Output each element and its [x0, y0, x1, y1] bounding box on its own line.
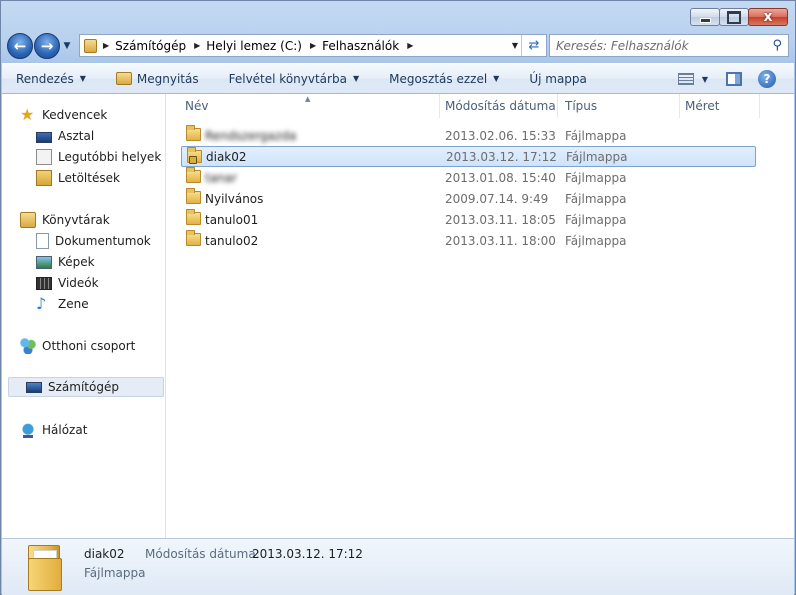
folder-icon [186, 167, 201, 183]
recent-pages-dropdown[interactable]: ▼ [61, 41, 73, 51]
organize-button[interactable]: Rendezés ▼ [16, 72, 86, 86]
column-header-size[interactable]: Méret [685, 94, 720, 118]
library-icon [20, 212, 36, 228]
change-view-icon[interactable] [677, 73, 694, 85]
chevron-down-icon: ▼ [79, 74, 86, 83]
column-divider[interactable] [679, 94, 680, 118]
file-row[interactable]: tanulo01 2013.03.11. 18:05 Fájlmappa [181, 209, 756, 230]
file-row-selected[interactable]: diak02 2013.03.12. 17:12 Fájlmappa [181, 146, 756, 167]
sidebar-item-desktop[interactable]: Asztal [36, 127, 94, 145]
breadcrumb-arrow-icon[interactable]: ▶ [310, 41, 316, 50]
navigation-bar: ← → ▼ ▶ Számítógép ▶ Helyi lemez (C:) ▶ … [7, 32, 789, 59]
close-icon: x [763, 9, 773, 25]
pictures-icon [36, 255, 52, 269]
details-type: Fájlmappa [84, 566, 146, 580]
share-with-button[interactable]: Megosztás ezzel ▼ [389, 72, 499, 86]
network-icon [20, 422, 36, 438]
sidebar-item-libraries[interactable]: Könyvtárak [20, 211, 110, 229]
search-icon[interactable]: ⚲ [772, 38, 782, 53]
folder-icon [186, 125, 201, 141]
arrow-right-icon: → [40, 36, 54, 55]
sort-ascending-icon: ▲ [305, 95, 311, 103]
sidebar-item-favorites[interactable]: ★ Kedvencek [20, 106, 107, 124]
file-list: ▲ Név Módosítás dátuma Típus Méret Rends… [167, 94, 794, 538]
breadcrumb-computer[interactable]: Számítógép [115, 39, 186, 53]
search-box[interactable]: ⚲ [549, 34, 789, 57]
sidebar-item-documents[interactable]: Dokumentumok [36, 232, 151, 250]
computer-icon [26, 382, 42, 393]
address-bar[interactable]: ▶ Számítógép ▶ Helyi lemez (C:) ▶ Felhas… [79, 34, 547, 57]
column-header-name[interactable]: Név [185, 94, 208, 118]
downloads-icon [36, 170, 52, 186]
window-controls: x [690, 8, 788, 26]
navigation-pane: ★ Kedvencek Asztal Legutóbbi helyek Letöl… [2, 94, 166, 538]
desktop-icon [36, 131, 52, 143]
breadcrumb-arrow-icon[interactable]: ▶ [103, 41, 109, 50]
close-button[interactable]: x [748, 8, 788, 26]
minimize-button[interactable] [690, 8, 720, 26]
content-area: ★ Kedvencek Asztal Legutóbbi helyek Letöl… [2, 94, 794, 538]
view-options-dropdown-icon[interactable]: ▼ [702, 75, 708, 84]
breadcrumb-arrow-icon[interactable]: ▶ [194, 41, 200, 50]
details-pane: diak02 Módosítás dátuma: 2013.03.12. 17:… [2, 538, 794, 595]
file-row[interactable]: Nyilvános 2009.07.14. 9:49 Fájlmappa [181, 188, 756, 209]
address-dropdown-icon[interactable]: ▼ [512, 41, 518, 50]
folder-icon [186, 230, 201, 246]
sidebar-item-computer[interactable]: Számítógép [8, 377, 164, 397]
file-row[interactable]: Rendszergazda 2013.02.06. 15:33 Fájlmapp… [181, 125, 756, 146]
star-icon: ★ [20, 105, 35, 124]
explorer-window: x ← → ▼ ▶ Számítógép ▶ Helyi lemez (C:) … [0, 0, 796, 595]
sidebar-item-music[interactable]: ♪ Zene [36, 295, 89, 313]
folder-icon [84, 38, 97, 53]
chevron-down-icon: ▼ [493, 74, 500, 83]
column-header-type[interactable]: Típus [565, 94, 597, 118]
back-button[interactable]: ← [7, 32, 33, 59]
column-divider[interactable] [759, 94, 760, 118]
forward-button[interactable]: → [34, 32, 60, 59]
details-name: diak02 [84, 547, 125, 561]
column-divider[interactable] [439, 94, 440, 118]
file-row[interactable]: tanar 2013.01.08. 15:40 Fájlmappa [181, 167, 756, 188]
recent-places-icon [36, 149, 52, 165]
new-folder-button[interactable]: Új mappa [529, 72, 587, 86]
column-divider[interactable] [557, 94, 558, 118]
details-modified-label: Módosítás dátuma: [145, 547, 260, 561]
file-row[interactable]: tanulo02 2013.03.11. 18:00 Fájlmappa [181, 230, 756, 251]
help-icon[interactable]: ? [758, 70, 776, 88]
folder-icon [186, 209, 201, 225]
open-button[interactable]: Megnyitás [115, 72, 199, 86]
maximize-button[interactable] [719, 8, 749, 26]
preview-pane-icon[interactable] [726, 72, 742, 86]
sidebar-item-downloads[interactable]: Letöltések [36, 169, 120, 187]
homegroup-icon [20, 338, 36, 354]
view-controls: ▼ ? [677, 70, 776, 88]
refresh-icon: ⇄ [528, 38, 540, 53]
open-folder-icon [115, 72, 132, 85]
sidebar-item-homegroup[interactable]: Otthoni csoport [20, 337, 135, 355]
music-icon: ♪ [36, 294, 47, 313]
column-header-modified[interactable]: Módosítás dátuma [445, 94, 556, 118]
locked-folder-icon [187, 147, 202, 164]
arrow-left-icon: ← [13, 36, 27, 55]
sidebar-item-videos[interactable]: Videók [36, 274, 99, 292]
folder-icon [186, 188, 201, 204]
documents-icon [36, 233, 49, 249]
sidebar-item-pictures[interactable]: Képek [36, 253, 95, 271]
folder-large-icon [28, 545, 62, 591]
sidebar-item-recent-places[interactable]: Legutóbbi helyek [36, 148, 161, 166]
breadcrumb-local-disk[interactable]: Helyi lemez (C:) [206, 39, 302, 53]
include-in-library-button[interactable]: Felvétel könyvtárba ▼ [229, 72, 359, 86]
refresh-button[interactable]: ⇄ [521, 35, 546, 56]
command-bar: Rendezés ▼ Megnyitás Felvétel könyvtárba ▼… [2, 63, 794, 94]
videos-icon [36, 276, 52, 290]
sidebar-item-network[interactable]: Hálózat [20, 421, 87, 439]
breadcrumb-users[interactable]: Felhasználók [322, 39, 399, 53]
search-input[interactable] [556, 38, 756, 53]
chevron-down-icon: ▼ [352, 74, 360, 83]
details-modified-value: 2013.03.12. 17:12 [252, 547, 363, 561]
breadcrumb-arrow-icon[interactable]: ▶ [407, 41, 413, 50]
